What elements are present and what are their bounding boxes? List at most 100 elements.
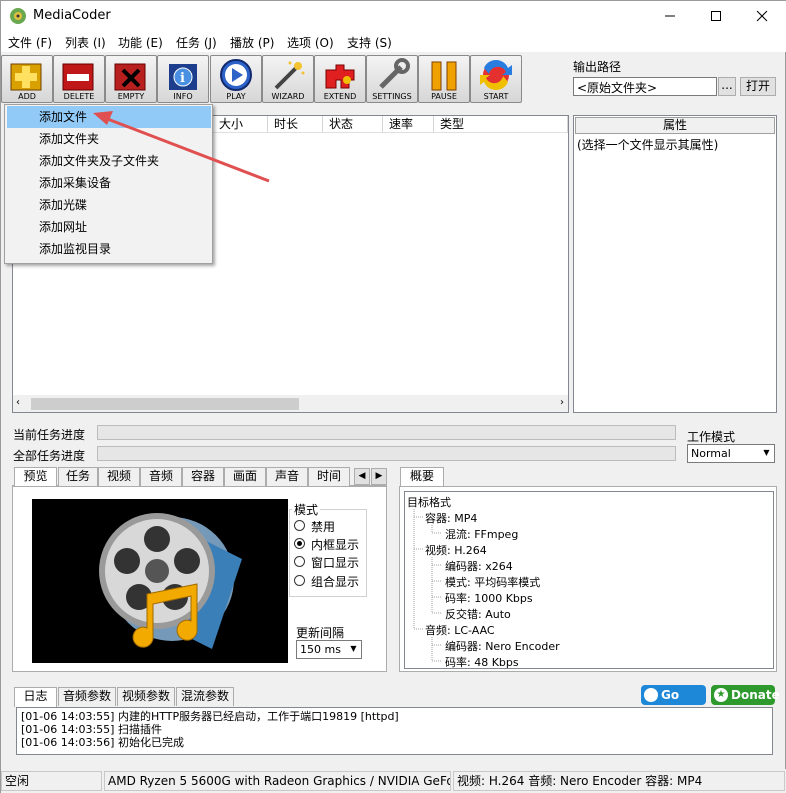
column-speed[interactable]: 速率 (383, 116, 434, 133)
radio-mode-inline[interactable]: 内框显示 (294, 535, 384, 552)
menu-item-add-url[interactable]: 添加网址 (7, 216, 211, 238)
scroll-right-icon[interactable]: › (560, 397, 564, 408)
tree-item[interactable]: 目标格式 (407, 494, 451, 510)
browse-button[interactable]: ... (718, 77, 736, 96)
status-summary: 视频: H.264 音频: Nero Encoder 容器: MP4 (453, 771, 785, 791)
column-type[interactable]: 类型 (434, 116, 568, 133)
column-size[interactable]: 大小 (213, 116, 268, 133)
output-path-field[interactable]: <原始文件夹> (573, 77, 717, 96)
scroll-left-icon[interactable]: ‹ (16, 397, 20, 408)
total-progress-label: 全部任务进度 (13, 449, 86, 463)
tree-item[interactable]: 码率: 48 Kbps (445, 654, 519, 670)
radio-mode-window[interactable]: 窗口显示 (294, 553, 384, 570)
scrollbar-thumb[interactable] (31, 398, 299, 410)
tab-scroll-right-icon[interactable]: ▶ (371, 468, 387, 485)
status-bar: 空闲 AMD Ryzen 5 5600G with Radeon Graphic… (1, 769, 786, 793)
tab-preview[interactable]: 预览 (14, 467, 57, 487)
wizard-button[interactable]: WIZARD (262, 55, 314, 103)
film-reel-icon (32, 499, 288, 663)
column-duration[interactable]: 时长 (268, 116, 323, 133)
menu-task[interactable]: 任务 (J) (176, 34, 217, 51)
maximize-button[interactable] (693, 1, 739, 31)
properties-hint: (选择一个文件显示其属性) (577, 138, 719, 152)
mediacoder-logo-icon (9, 7, 27, 25)
work-mode-select[interactable]: Normal ▼ (687, 444, 775, 463)
tab-audio[interactable]: 音频 (140, 467, 182, 486)
play-icon (220, 59, 252, 91)
menu-support[interactable]: 支持 (S) (347, 34, 392, 51)
tab-picture[interactable]: 画面 (224, 467, 266, 486)
svg-text:i: i (180, 71, 185, 86)
tree-item[interactable]: 码率: 1000 Kbps (445, 590, 533, 606)
wizard-icon (274, 61, 305, 90)
toolbar: ADD DELETE EMPTY i INFO PLAY WIZARD EXTE… (1, 52, 786, 104)
tab-time[interactable]: 时间 (308, 467, 350, 486)
tree-item[interactable]: 编码器: x264 (445, 558, 513, 574)
menu-item-add-folder[interactable]: 添加文件夹 (7, 128, 211, 150)
status-hardware: AMD Ryzen 5 5600G with Radeon Graphics /… (104, 771, 451, 791)
menu-play[interactable]: 播放 (P) (230, 34, 274, 51)
tree-item[interactable]: 视频: H.264 (425, 542, 487, 558)
start-button[interactable]: START (470, 55, 522, 103)
donate-button[interactable]: ★ Donate (711, 685, 780, 705)
log-tabs: 日志 音频参数 视频参数 混流参数 (12, 687, 632, 707)
log-line: [01-06 14:03:55] 扫描插件 (21, 723, 162, 736)
tree-item[interactable]: 容器: MP4 (425, 510, 477, 526)
tab-scroll-left-icon[interactable]: ◀ (354, 468, 370, 485)
tree-item[interactable]: 反交错: Auto (445, 606, 511, 622)
menu-file[interactable]: 文件 (F) (8, 34, 52, 51)
settings-button[interactable]: SETTINGS (366, 55, 418, 103)
minimize-button[interactable] (647, 1, 693, 31)
tree-item[interactable]: 音频: LC-AAC (425, 622, 495, 638)
add-button[interactable]: ADD (1, 55, 53, 103)
log-output[interactable]: [01-06 14:03:55] 内建的HTTP服务器已经启动，工作于端口198… (16, 707, 773, 755)
add-icon (10, 63, 42, 91)
tab-sound[interactable]: 声音 (266, 467, 308, 486)
menu-item-add-watch-folder[interactable]: 添加监视目录 (7, 238, 211, 260)
status-state: 空闲 (1, 771, 102, 791)
refresh-interval-select[interactable]: 150 ms ▼ (296, 640, 362, 659)
menu-list[interactable]: 列表 (I) (65, 34, 106, 51)
menu-item-add-disc[interactable]: 添加光碟 (7, 194, 211, 216)
summary-tree[interactable]: 目标格式 容器: MP4 混流: FFmpeg 视频: H.264 编码器: x… (404, 491, 774, 669)
tree-item[interactable]: 编码器: Nero Encoder (445, 638, 560, 654)
tree-item[interactable]: 混流: FFmpeg (445, 526, 518, 542)
menu-options[interactable]: 选项 (O) (287, 34, 334, 51)
tab-container[interactable]: 容器 (182, 467, 224, 486)
menu-item-add-file[interactable]: 添加文件 (7, 106, 211, 128)
delete-button[interactable]: DELETE (53, 55, 105, 103)
menu-function[interactable]: 功能 (E) (118, 34, 163, 51)
radio-mode-combined[interactable]: 组合显示 (294, 572, 384, 589)
app-window: MediaCoder 文件 (F) 列表 (I) 功能 (E) 任务 (J) 播… (0, 0, 786, 793)
close-button[interactable] (739, 1, 785, 31)
play-button[interactable]: PLAY (210, 55, 262, 103)
tab-summary[interactable]: 概要 (400, 467, 444, 487)
pause-button[interactable]: PAUSE (418, 55, 470, 103)
wrench-icon (379, 58, 410, 89)
column-status[interactable]: 状态 (323, 116, 383, 133)
tab-task[interactable]: 任务 (58, 467, 98, 486)
tab-video-params[interactable]: 视频参数 (117, 687, 175, 706)
open-button[interactable]: 打开 (740, 77, 776, 96)
tab-mux-params[interactable]: 混流参数 (176, 687, 234, 706)
extend-button[interactable]: EXTEND (314, 55, 366, 103)
settings-tabs: 预览 任务 视频 音频 容器 画面 声音 时间 ◀ ▶ (12, 467, 387, 487)
refresh-interval-label: 更新间隔 (296, 626, 345, 640)
empty-button[interactable]: EMPTY (105, 55, 157, 103)
properties-panel: 属性 (选择一个文件显示其属性) (573, 115, 777, 413)
horizontal-scrollbar[interactable]: ‹ › (13, 395, 568, 412)
tree-item[interactable]: 模式: 平均码率模式 (445, 574, 540, 590)
tab-video[interactable]: 视频 (98, 467, 140, 486)
go-pro-button[interactable]: Go PRO (641, 685, 706, 722)
radio-mode-disabled[interactable]: 禁用 (294, 517, 384, 534)
pause-icon (431, 61, 457, 91)
title-bar: MediaCoder (1, 1, 786, 31)
window-title: MediaCoder (33, 8, 111, 23)
info-button[interactable]: i INFO (157, 55, 209, 103)
tab-log[interactable]: 日志 (14, 687, 57, 707)
menu-item-add-folder-recursive[interactable]: 添加文件夹及子文件夹 (7, 150, 211, 172)
extend-icon (325, 64, 355, 89)
tab-audio-params[interactable]: 音频参数 (58, 687, 116, 706)
log-line: [01-06 14:03:55] 内建的HTTP服务器已经启动，工作于端口198… (21, 710, 399, 723)
menu-item-add-capture-device[interactable]: 添加采集设备 (7, 172, 211, 194)
